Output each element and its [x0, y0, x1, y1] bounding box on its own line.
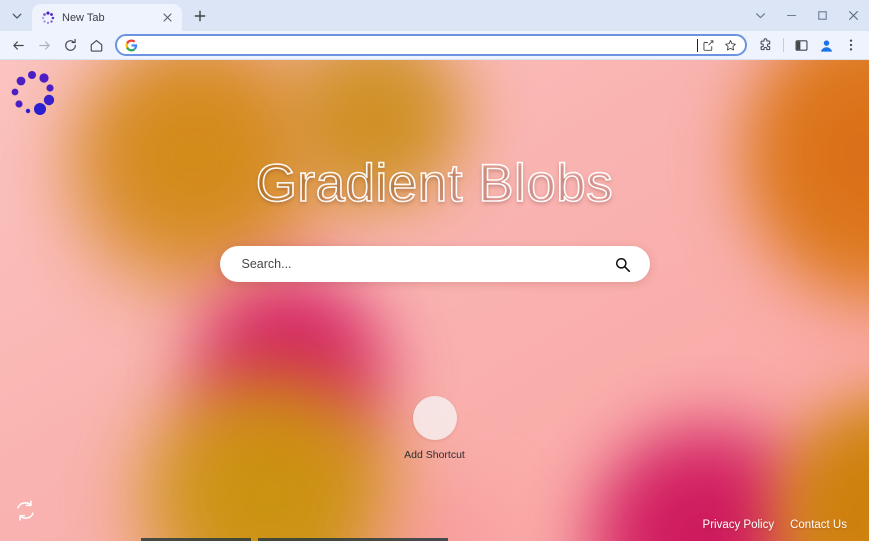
three-dots-vertical-icon	[849, 39, 852, 51]
add-shortcut-circle	[412, 396, 457, 440]
puzzle-piece-icon	[760, 37, 771, 50]
page-title: Gradient Blobs	[255, 154, 614, 213]
chevron-down-icon	[756, 13, 765, 19]
refresh-icon	[16, 499, 34, 521]
search-box[interactable]	[219, 246, 650, 282]
bookmark-button[interactable]	[720, 35, 740, 55]
chrome-menu-button[interactable]	[838, 33, 863, 58]
address-input[interactable]	[144, 37, 696, 53]
arrow-left-icon	[13, 40, 24, 50]
refresh-blobs-button[interactable]	[12, 497, 38, 523]
maximize-icon	[818, 11, 827, 20]
side-panel-icon	[795, 39, 808, 51]
omnibox-actions	[698, 35, 740, 55]
window-controls	[745, 0, 869, 31]
share-icon	[702, 39, 713, 51]
reload-icon	[65, 38, 76, 51]
arrow-right-icon	[39, 40, 50, 50]
gradient-blobs-spinner-logo[interactable]	[6, 70, 58, 122]
search-submit-button[interactable]	[612, 253, 634, 275]
tab-strip: New Tab	[0, 0, 869, 31]
minimize-icon	[786, 14, 797, 17]
add-shortcut-label: Add Shortcut	[404, 449, 465, 461]
window-minimize-button[interactable]	[776, 0, 807, 31]
gradient-blob-background	[0, 60, 869, 541]
tab-close-button[interactable]	[159, 10, 175, 26]
browser-toolbar	[0, 31, 869, 60]
back-button[interactable]	[6, 33, 31, 58]
add-shortcut-tile[interactable]: Add Shortcut	[387, 396, 483, 461]
shortcut-grid: Add Shortcut	[0, 396, 869, 461]
reload-button[interactable]	[58, 33, 83, 58]
share-button[interactable]	[698, 35, 718, 55]
close-icon	[849, 11, 858, 20]
tab-title: New Tab	[62, 11, 105, 24]
avatar	[820, 39, 832, 52]
side-panel-button[interactable]	[789, 33, 814, 58]
tab-new-tab[interactable]: New Tab	[32, 4, 182, 31]
loading-spinner-icon	[41, 11, 55, 25]
toolbar-divider	[783, 38, 784, 52]
chevron-down-icon	[12, 13, 22, 19]
privacy-policy-link[interactable]: Privacy Policy	[703, 519, 775, 531]
search-icon	[615, 257, 631, 272]
page-viewport: Gradient Blobs Add Shortcut	[0, 60, 869, 541]
site-search	[219, 246, 650, 282]
plus-icon	[194, 10, 206, 22]
home-icon	[90, 39, 103, 52]
profile-avatar-button[interactable]	[815, 34, 837, 56]
search-tabs-button[interactable]	[4, 4, 30, 28]
new-tab-button[interactable]	[187, 3, 213, 29]
google-g-icon	[125, 39, 138, 52]
search-input[interactable]	[241, 257, 612, 271]
window-chevron-button[interactable]	[745, 0, 776, 31]
footer-links: Privacy Policy Contact Us	[703, 519, 847, 531]
star-icon	[724, 39, 736, 50]
browser-window: New Tab Gradient Blobs Search... Add Sho…	[0, 0, 869, 541]
close-icon	[162, 13, 172, 22]
address-bar[interactable]	[115, 34, 747, 56]
contact-us-link[interactable]: Contact Us	[790, 519, 847, 531]
window-close-button[interactable]	[838, 0, 869, 31]
window-maximize-button[interactable]	[807, 0, 838, 31]
spinner-dots-icon	[11, 71, 55, 115]
home-button[interactable]	[84, 33, 109, 58]
forward-button[interactable]	[32, 33, 57, 58]
extensions-button[interactable]	[753, 33, 778, 58]
